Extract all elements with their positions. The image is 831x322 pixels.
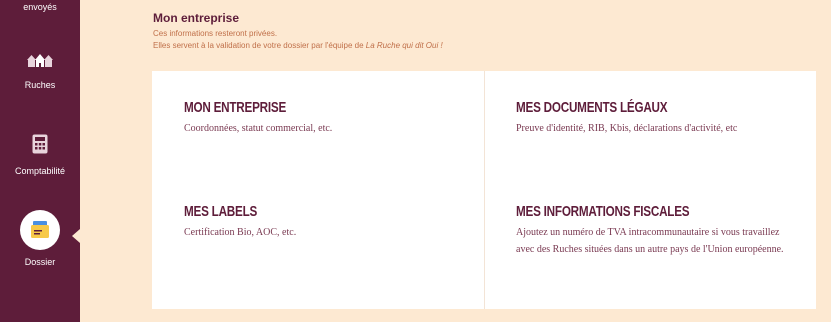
sidebar-item-label: Ruches xyxy=(24,80,56,90)
sidebar-item-label: envoyés xyxy=(23,2,57,12)
page-title: Mon entreprise xyxy=(153,11,240,25)
active-indicator xyxy=(72,229,80,243)
privacy-note-line1: Ces informations resteront privées. xyxy=(153,29,278,38)
block-title: Mes documents légaux xyxy=(516,99,668,116)
block-mes-labels[interactable]: Mes labels Certification Bio, AOC, etc. xyxy=(184,203,484,241)
block-mes-informations-fiscales[interactable]: Mes informations fiscales Ajoutez un num… xyxy=(516,203,796,258)
block-description: Certification Bio, AOC, etc. xyxy=(184,227,297,238)
sidebar-item-envoyes[interactable]: envoyés xyxy=(0,0,80,12)
block-mon-entreprise[interactable]: Mon entreprise Coordonnées, statut comme… xyxy=(184,99,484,137)
sidebar-item-dossier[interactable]: Dossier xyxy=(0,210,80,267)
section-header: Mon entreprise Ces informations resteron… xyxy=(153,11,443,52)
block-description: Coordonnées, statut commercial, etc. xyxy=(184,123,333,134)
folder-icon xyxy=(31,221,49,238)
block-mes-documents-legaux[interactable]: Mes documents légaux Preuve d'identité, … xyxy=(516,99,816,137)
sidebar-item-comptabilite[interactable]: Comptabilité xyxy=(0,134,80,176)
sidebar: envoyés Ruches Comptabilité Dossier xyxy=(0,0,80,322)
dossier-icon-wrapper xyxy=(20,210,60,250)
block-title: Mon entreprise xyxy=(184,99,287,116)
brand-name: La Ruche qui dit Oui ! xyxy=(365,41,443,50)
sidebar-item-ruches[interactable]: Ruches xyxy=(0,54,80,90)
block-description: Preuve d'identité, RIB, Kbis, déclaratio… xyxy=(516,123,738,134)
sidebar-item-label: Comptabilité xyxy=(14,166,66,176)
block-title: Mes labels xyxy=(184,203,258,220)
calculator-icon xyxy=(32,134,48,154)
privacy-note: Ces informations resteront privées. Elle… xyxy=(153,28,443,52)
card-divider xyxy=(484,71,485,309)
privacy-note-text: Elles servent à la validation de votre d… xyxy=(153,41,366,50)
block-title: Mes informations fiscales xyxy=(516,203,690,220)
beehive-icon xyxy=(27,54,53,67)
sidebar-item-label: Dossier xyxy=(24,257,56,267)
dossier-card: Mon entreprise Coordonnées, statut comme… xyxy=(152,71,816,309)
block-description: Ajoutez un numéro de TVA intracommunauta… xyxy=(516,227,784,255)
privacy-note-line2: Elles servent à la validation de votre d… xyxy=(153,40,443,52)
